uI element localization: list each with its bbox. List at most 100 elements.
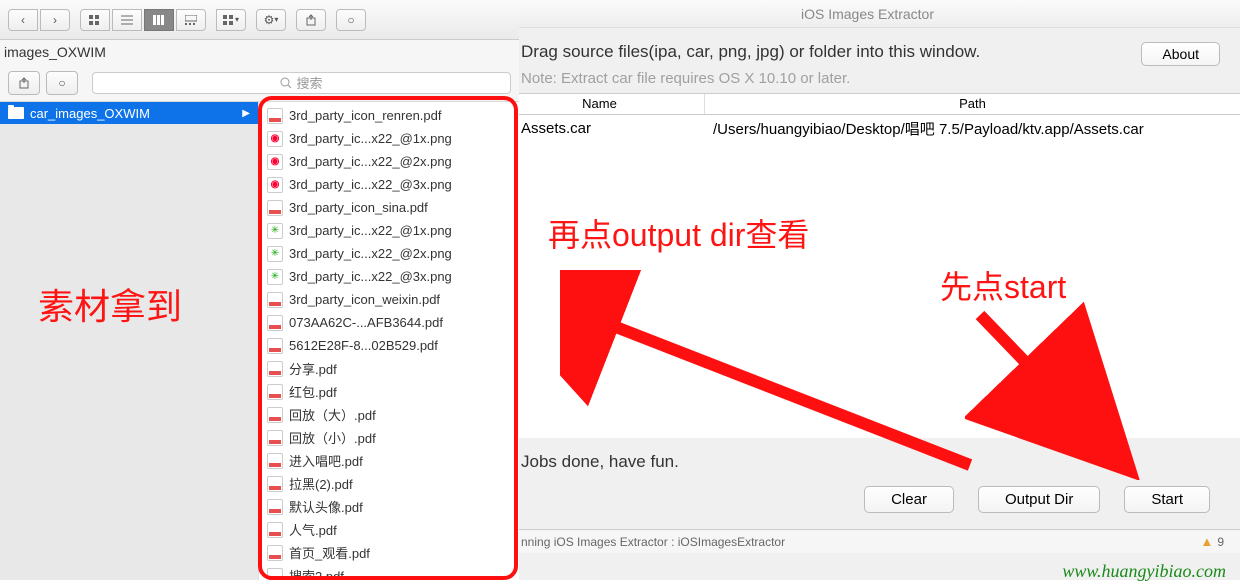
sidebar-item-folder[interactable]: car_images_OXWIM ▶ xyxy=(0,102,258,124)
file-name: 进入唱吧.pdf xyxy=(289,451,363,470)
file-row[interactable]: 搜索2.pdf xyxy=(259,564,519,580)
file-row[interactable]: 3rd_party_icon_sina.pdf xyxy=(259,196,519,219)
file-row[interactable]: 首页_观看.pdf xyxy=(259,541,519,564)
about-button[interactable]: About xyxy=(1141,42,1220,66)
column-name[interactable]: Name xyxy=(495,94,705,114)
file-name: 默认头像.pdf xyxy=(289,497,363,516)
pdf-file-icon xyxy=(267,200,283,216)
weibo-file-icon: ◉ xyxy=(267,177,283,193)
file-column: 3rd_party_icon_renren.pdf◉3rd_party_ic..… xyxy=(258,102,519,580)
annotation-left-text: 素材拿到 xyxy=(38,278,182,330)
cell-name: Assets.car xyxy=(495,120,705,137)
pdf-file-icon xyxy=(267,545,283,561)
file-name: 首页_观看.pdf xyxy=(289,543,370,562)
pdf-file-icon xyxy=(267,338,283,354)
clear-button[interactable]: Clear xyxy=(864,486,954,513)
pdf-file-icon xyxy=(267,292,283,308)
file-name: 3rd_party_ic...x22_@3x.png xyxy=(289,269,452,284)
warning-icon: ▲ xyxy=(1200,534,1213,549)
finder-sub-toolbar: ○ 搜索 xyxy=(0,64,519,102)
pdf-file-icon xyxy=(267,568,283,581)
jobs-done-text: Jobs done, have fun. xyxy=(495,438,1240,486)
file-row[interactable]: 红包.pdf xyxy=(259,380,519,403)
finder-toolbar: ‹ › ▾ ⚙ ▾ ○ xyxy=(0,0,519,40)
file-name: 3rd_party_icon_weixin.pdf xyxy=(289,292,440,307)
file-name: 搜索2.pdf xyxy=(289,566,344,580)
file-name: 人气.pdf xyxy=(289,520,337,539)
pdf-file-icon xyxy=(267,315,283,331)
view-gallery-button[interactable] xyxy=(176,9,206,31)
file-row[interactable]: ◉ 3rd_party_ic...x22_@3x.png xyxy=(259,173,519,196)
back-button[interactable]: ‹ xyxy=(8,9,38,31)
pdf-file-icon xyxy=(267,453,283,469)
finder-sidebar: car_images_OXWIM ▶ xyxy=(0,102,258,580)
pdf-file-icon xyxy=(267,499,283,515)
file-name: 3rd_party_ic...x22_@1x.png xyxy=(289,131,452,146)
view-list-button[interactable] xyxy=(112,9,142,31)
file-name: 3rd_party_ic...x22_@3x.png xyxy=(289,177,452,192)
table-body[interactable]: Assets.car /Users/huangyibiao/Desktop/唱吧… xyxy=(495,115,1240,438)
warning-badge[interactable]: ▲ 9 xyxy=(1200,534,1224,549)
pdf-file-icon xyxy=(267,476,283,492)
wechat-file-icon: ✳ xyxy=(267,246,283,262)
annotation-mid-text: 再点output dir查看 xyxy=(548,210,809,256)
wechat-file-icon: ✳ xyxy=(267,269,283,285)
file-row[interactable]: 分享.pdf xyxy=(259,357,519,380)
file-name: 拉黑(2).pdf xyxy=(289,474,353,493)
file-name: 3rd_party_ic...x22_@2x.png xyxy=(289,246,452,261)
file-name: 回放（大）.pdf xyxy=(289,405,376,424)
file-list[interactable]: 3rd_party_icon_renren.pdf◉3rd_party_ic..… xyxy=(259,102,519,580)
output-dir-button[interactable]: Output Dir xyxy=(978,486,1100,513)
view-column-button[interactable] xyxy=(144,9,174,31)
share-button-2[interactable] xyxy=(8,71,40,95)
file-row[interactable]: 人气.pdf xyxy=(259,518,519,541)
watermark: www.huangyibiao.com xyxy=(1062,561,1226,582)
warning-count: 9 xyxy=(1217,535,1224,549)
search-input[interactable]: 搜索 xyxy=(92,72,511,94)
weibo-file-icon: ◉ xyxy=(267,154,283,170)
finder-window-title: images_OXWIM xyxy=(0,40,519,64)
table-row[interactable]: Assets.car /Users/huangyibiao/Desktop/唱吧… xyxy=(495,115,1240,141)
share-button[interactable] xyxy=(296,9,326,31)
extractor-window: iOS Images Extractor Drag source files(i… xyxy=(495,0,1240,580)
file-row[interactable]: 3rd_party_icon_renren.pdf xyxy=(259,104,519,127)
folder-icon xyxy=(8,107,24,119)
file-name: 073AA62C-...AFB3644.pdf xyxy=(289,315,443,330)
search-icon xyxy=(280,77,292,89)
cell-path: /Users/huangyibiao/Desktop/唱吧 7.5/Payloa… xyxy=(705,118,1240,139)
file-name: 分享.pdf xyxy=(289,359,337,378)
file-row[interactable]: ✳3rd_party_ic...x22_@1x.png xyxy=(259,219,519,242)
file-row[interactable]: 拉黑(2).pdf xyxy=(259,472,519,495)
action-button[interactable]: ⚙ ▾ xyxy=(256,9,286,31)
file-row[interactable]: 3rd_party_icon_weixin.pdf xyxy=(259,288,519,311)
pdf-file-icon xyxy=(267,108,283,124)
file-row[interactable]: ✳ 3rd_party_ic...x22_@3x.png xyxy=(259,265,519,288)
file-name: 5612E28F-8...02B529.pdf xyxy=(289,338,438,353)
tags-button[interactable]: ○ xyxy=(336,9,366,31)
pdf-file-icon xyxy=(267,430,283,446)
note-text: Note: Extract car file requires OS X 10.… xyxy=(521,70,1141,87)
header-area: Drag source files(ipa, car, png, jpg) or… xyxy=(495,28,1240,93)
file-name: 3rd_party_icon_renren.pdf xyxy=(289,108,442,123)
file-name: 3rd_party_icon_sina.pdf xyxy=(289,200,428,215)
column-path[interactable]: Path xyxy=(705,94,1240,114)
file-row[interactable]: 回放（小）.pdf xyxy=(259,426,519,449)
weibo-file-icon: ◉ xyxy=(267,131,283,147)
file-row[interactable]: 进入唱吧.pdf xyxy=(259,449,519,472)
file-row[interactable]: 073AA62C-...AFB3644.pdf xyxy=(259,311,519,334)
tags-button-2[interactable]: ○ xyxy=(46,71,78,95)
file-row[interactable]: 回放（大）.pdf xyxy=(259,403,519,426)
file-row[interactable]: 5612E28F-8...02B529.pdf xyxy=(259,334,519,357)
status-text: nning iOS Images Extractor : iOSImagesEx… xyxy=(521,535,785,549)
start-button[interactable]: Start xyxy=(1124,486,1210,513)
file-row[interactable]: ◉3rd_party_ic...x22_@2x.png xyxy=(259,150,519,173)
forward-button[interactable]: › xyxy=(40,9,70,31)
file-row[interactable]: 默认头像.pdf xyxy=(259,495,519,518)
file-row[interactable]: ◉ 3rd_party_ic...x22_@1x.png xyxy=(259,127,519,150)
file-name: 红包.pdf xyxy=(289,382,337,401)
wechat-file-icon: ✳ xyxy=(267,223,283,239)
pdf-file-icon xyxy=(267,361,283,377)
file-row[interactable]: ✳ 3rd_party_ic...x22_@2x.png xyxy=(259,242,519,265)
view-icon-button[interactable] xyxy=(80,9,110,31)
arrange-button[interactable]: ▾ xyxy=(216,9,246,31)
